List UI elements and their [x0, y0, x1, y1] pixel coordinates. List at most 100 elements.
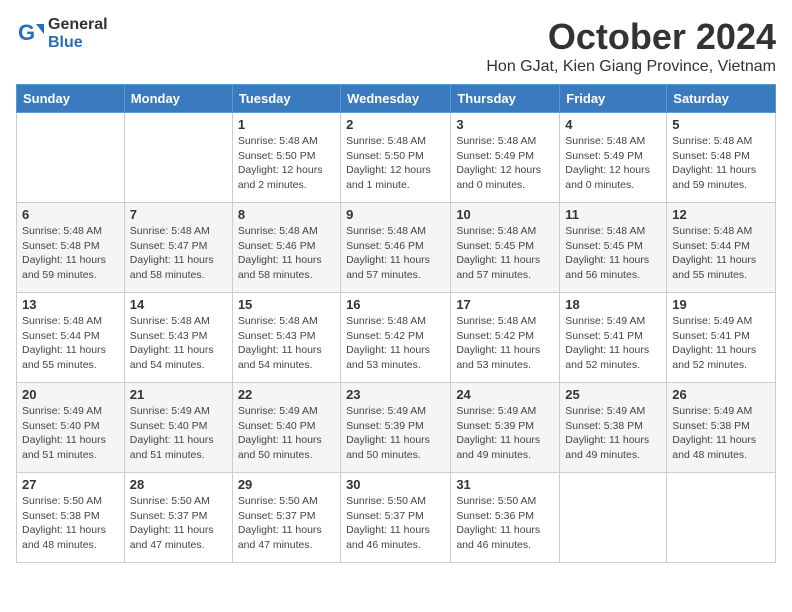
day-detail: Sunrise: 5:50 AMSunset: 5:37 PMDaylight:…: [238, 494, 335, 553]
day-detail: Sunrise: 5:50 AMSunset: 5:38 PMDaylight:…: [22, 494, 119, 553]
calendar-cell: [124, 113, 232, 203]
day-number: 26: [672, 387, 770, 402]
logo-blue: Blue: [48, 34, 108, 52]
day-number: 28: [130, 477, 227, 492]
day-number: 15: [238, 297, 335, 312]
day-detail: Sunrise: 5:48 AMSunset: 5:43 PMDaylight:…: [130, 314, 227, 373]
day-detail: Sunrise: 5:48 AMSunset: 5:48 PMDaylight:…: [672, 134, 770, 193]
day-number: 12: [672, 207, 770, 222]
day-number: 9: [346, 207, 445, 222]
logo-general: General: [48, 16, 108, 34]
day-number: 19: [672, 297, 770, 312]
day-detail: Sunrise: 5:48 AMSunset: 5:44 PMDaylight:…: [22, 314, 119, 373]
calendar-cell: 28Sunrise: 5:50 AMSunset: 5:37 PMDayligh…: [124, 473, 232, 563]
calendar-cell: 20Sunrise: 5:49 AMSunset: 5:40 PMDayligh…: [17, 383, 125, 473]
day-detail: Sunrise: 5:49 AMSunset: 5:40 PMDaylight:…: [238, 404, 335, 463]
calendar-cell: 21 Sunrise: 5:49 AMSunset: 5:40 PMDayligh…: [124, 383, 232, 473]
location: Hon GJat, Kien Giang Province, Vietnam: [486, 58, 776, 76]
day-detail: Sunrise: 5:50 AMSunset: 5:37 PMDaylight:…: [346, 494, 445, 553]
calendar-cell: 10 Sunrise: 5:48 AMSunset: 5:45 PMDayligh…: [451, 203, 560, 293]
calendar-cell: 24Sunrise: 5:49 AMSunset: 5:39 PMDayligh…: [451, 383, 560, 473]
day-number: 4: [565, 117, 661, 132]
calendar-cell: 18Sunrise: 5:49 AMSunset: 5:41 PMDayligh…: [560, 293, 667, 383]
calendar-cell: 22 Sunrise: 5:49 AMSunset: 5:40 PMDayligh…: [232, 383, 340, 473]
calendar-cell: 4 Sunrise: 5:48 AMSunset: 5:49 PMDaylight…: [560, 113, 667, 203]
day-detail: Sunrise: 5:49 AMSunset: 5:39 PMDaylight:…: [346, 404, 445, 463]
calendar-cell: 27 Sunrise: 5:50 AMSunset: 5:38 PMDayligh…: [17, 473, 125, 563]
day-number: 5: [672, 117, 770, 132]
month-title: October 2024: [486, 16, 776, 58]
day-detail: Sunrise: 5:48 AMSunset: 5:44 PMDaylight:…: [672, 224, 770, 283]
header-friday: Friday: [560, 85, 667, 113]
calendar-cell: 5 Sunrise: 5:48 AMSunset: 5:48 PMDaylight…: [667, 113, 776, 203]
day-detail: Sunrise: 5:48 AMSunset: 5:45 PMDaylight:…: [565, 224, 661, 283]
logo-icon: G: [16, 20, 44, 48]
day-number: 16: [346, 297, 445, 312]
day-number: 23: [346, 387, 445, 402]
day-number: 27: [22, 477, 119, 492]
week-row-2: 6 Sunrise: 5:48 AMSunset: 5:48 PMDaylight…: [17, 203, 776, 293]
day-number: 6: [22, 207, 119, 222]
svg-text:G: G: [18, 20, 35, 45]
day-detail: Sunrise: 5:48 AMSunset: 5:50 PMDaylight:…: [238, 134, 335, 193]
day-number: 22: [238, 387, 335, 402]
logo-text: General Blue: [48, 16, 108, 51]
header-monday: Monday: [124, 85, 232, 113]
day-detail: Sunrise: 5:48 AMSunset: 5:49 PMDaylight:…: [456, 134, 554, 193]
calendar-cell: 9 Sunrise: 5:48 AMSunset: 5:46 PMDaylight…: [341, 203, 451, 293]
day-number: 24: [456, 387, 554, 402]
day-number: 21: [130, 387, 227, 402]
calendar-cell: 13 Sunrise: 5:48 AMSunset: 5:44 PMDayligh…: [17, 293, 125, 383]
day-number: 25: [565, 387, 661, 402]
day-detail: Sunrise: 5:48 AMSunset: 5:42 PMDaylight:…: [456, 314, 554, 373]
calendar-cell: [667, 473, 776, 563]
day-detail: Sunrise: 5:49 AMSunset: 5:41 PMDaylight:…: [672, 314, 770, 373]
day-detail: Sunrise: 5:48 AMSunset: 5:42 PMDaylight:…: [346, 314, 445, 373]
calendar-cell: 31 Sunrise: 5:50 AMSunset: 5:36 PMDayligh…: [451, 473, 560, 563]
day-detail: Sunrise: 5:50 AMSunset: 5:36 PMDaylight:…: [456, 494, 554, 553]
calendar-cell: 26 Sunrise: 5:49 AMSunset: 5:38 PMDayligh…: [667, 383, 776, 473]
day-number: 8: [238, 207, 335, 222]
header-thursday: Thursday: [451, 85, 560, 113]
calendar-table: SundayMondayTuesdayWednesdayThursdayFrid…: [16, 84, 776, 563]
logo: G General Blue: [16, 16, 108, 51]
day-detail: Sunrise: 5:48 AMSunset: 5:46 PMDaylight:…: [346, 224, 445, 283]
day-number: 13: [22, 297, 119, 312]
day-detail: Sunrise: 5:48 AMSunset: 5:46 PMDaylight:…: [238, 224, 335, 283]
day-detail: Sunrise: 5:48 AMSunset: 5:48 PMDaylight:…: [22, 224, 119, 283]
day-number: 14: [130, 297, 227, 312]
day-number: 10: [456, 207, 554, 222]
day-number: 2: [346, 117, 445, 132]
day-number: 11: [565, 207, 661, 222]
calendar-cell: 19 Sunrise: 5:49 AMSunset: 5:41 PMDayligh…: [667, 293, 776, 383]
day-detail: Sunrise: 5:48 AMSunset: 5:45 PMDaylight:…: [456, 224, 554, 283]
calendar-cell: 29 Sunrise: 5:50 AMSunset: 5:37 PMDayligh…: [232, 473, 340, 563]
header-sunday: Sunday: [17, 85, 125, 113]
day-detail: Sunrise: 5:49 AMSunset: 5:41 PMDaylight:…: [565, 314, 661, 373]
day-detail: Sunrise: 5:49 AMSunset: 5:40 PMDaylight:…: [130, 404, 227, 463]
calendar-cell: 30 Sunrise: 5:50 AMSunset: 5:37 PMDayligh…: [341, 473, 451, 563]
header-tuesday: Tuesday: [232, 85, 340, 113]
calendar-cell: [560, 473, 667, 563]
day-number: 20: [22, 387, 119, 402]
title-block: October 2024 Hon GJat, Kien Giang Provin…: [486, 16, 776, 76]
calendar-cell: 2 Sunrise: 5:48 AMSunset: 5:50 PMDaylight…: [341, 113, 451, 203]
calendar-cell: 3Sunrise: 5:48 AMSunset: 5:49 PMDaylight…: [451, 113, 560, 203]
day-detail: Sunrise: 5:49 AMSunset: 5:38 PMDaylight:…: [672, 404, 770, 463]
day-number: 7: [130, 207, 227, 222]
day-number: 31: [456, 477, 554, 492]
day-detail: Sunrise: 5:48 AMSunset: 5:47 PMDaylight:…: [130, 224, 227, 283]
week-row-5: 27 Sunrise: 5:50 AMSunset: 5:38 PMDayligh…: [17, 473, 776, 563]
calendar-cell: 7 Sunrise: 5:48 AMSunset: 5:47 PMDaylight…: [124, 203, 232, 293]
day-detail: Sunrise: 5:48 AMSunset: 5:49 PMDaylight:…: [565, 134, 661, 193]
calendar-cell: 23 Sunrise: 5:49 AMSunset: 5:39 PMDayligh…: [341, 383, 451, 473]
day-detail: Sunrise: 5:48 AMSunset: 5:50 PMDaylight:…: [346, 134, 445, 193]
day-number: 29: [238, 477, 335, 492]
calendar-cell: 8 Sunrise: 5:48 AMSunset: 5:46 PMDaylight…: [232, 203, 340, 293]
calendar-cell: 12 Sunrise: 5:48 AMSunset: 5:44 PMDayligh…: [667, 203, 776, 293]
day-number: 30: [346, 477, 445, 492]
calendar-cell: 14 Sunrise: 5:48 AMSunset: 5:43 PMDayligh…: [124, 293, 232, 383]
calendar-cell: 6 Sunrise: 5:48 AMSunset: 5:48 PMDaylight…: [17, 203, 125, 293]
page-header: G General Blue October 2024 Hon GJat, Ki…: [16, 16, 776, 76]
week-row-3: 13 Sunrise: 5:48 AMSunset: 5:44 PMDayligh…: [17, 293, 776, 383]
